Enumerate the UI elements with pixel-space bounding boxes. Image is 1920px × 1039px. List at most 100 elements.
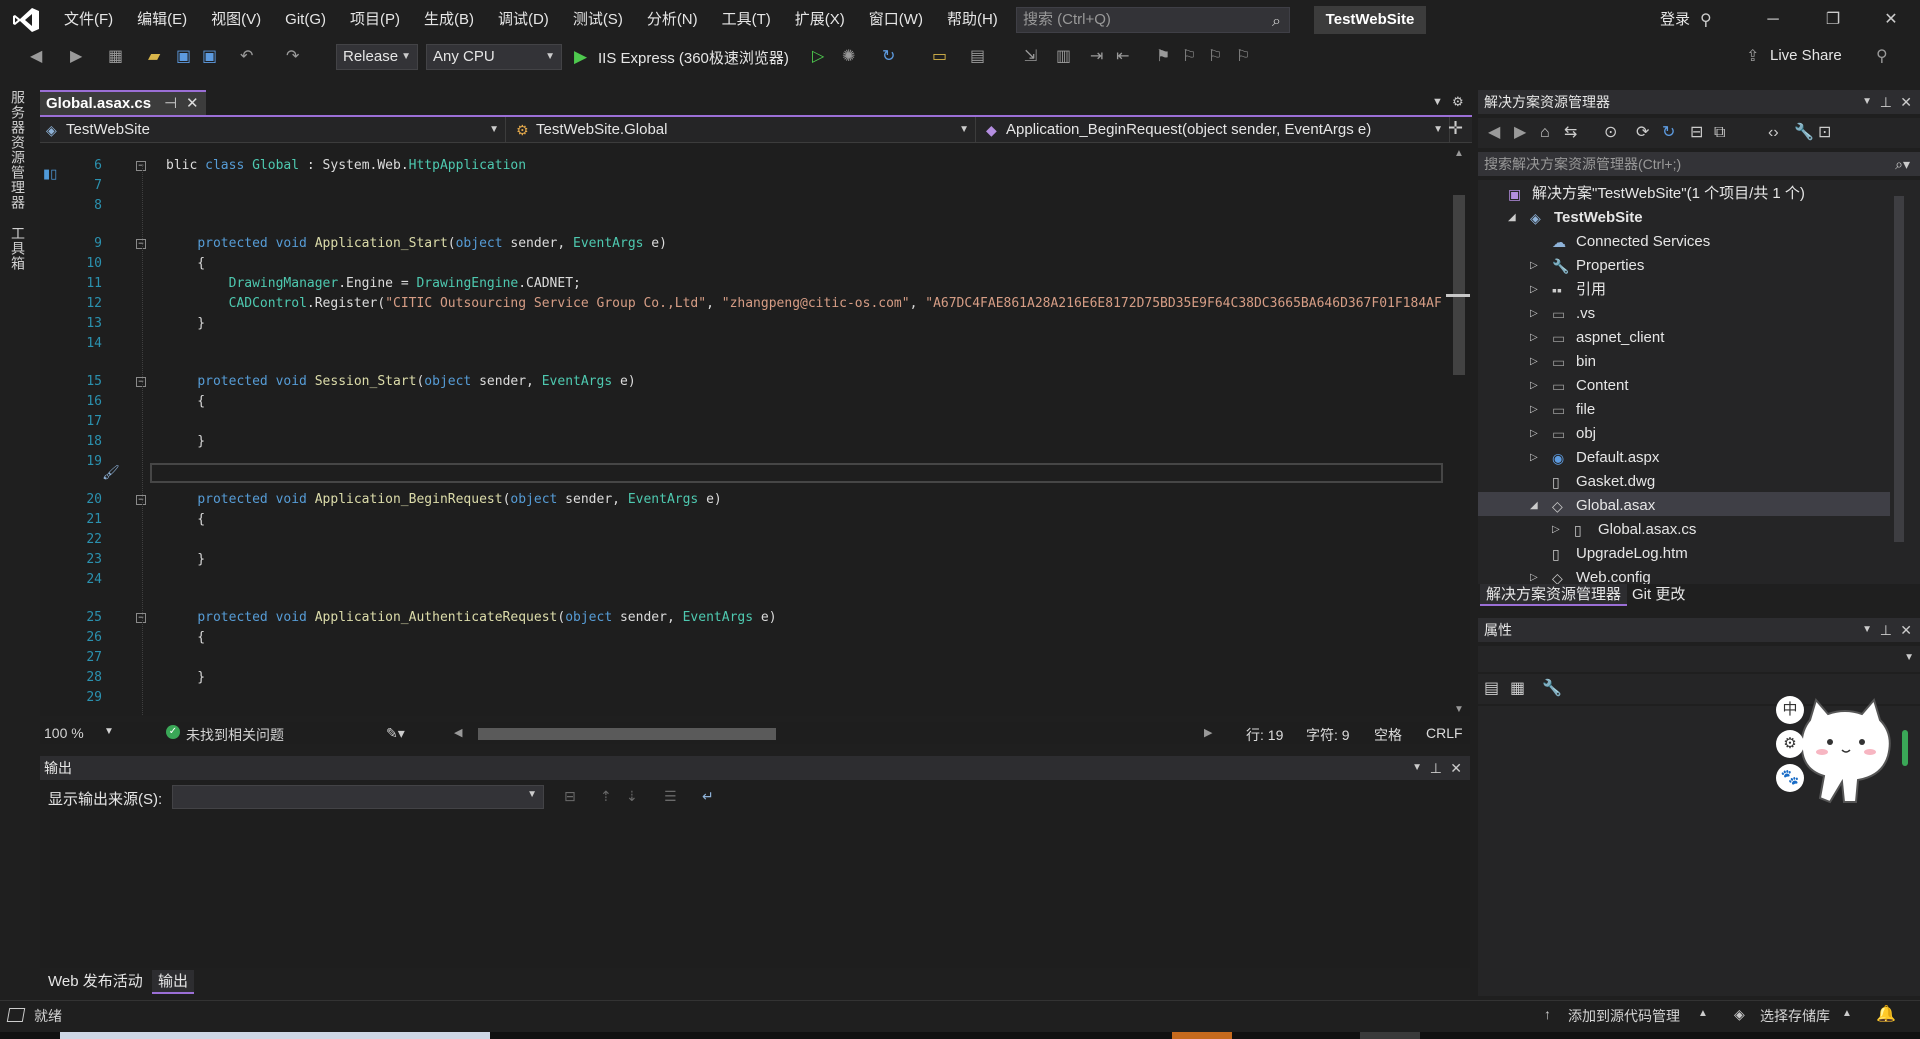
indent-icon[interactable]: ⇥ [1090,48,1103,66]
tree-item[interactable]: ▷ ▭ bin [1478,350,1890,374]
output-source-dropdown[interactable]: ▼ [172,785,544,809]
code-line[interactable]: 8 [40,196,1460,216]
code-line[interactable]: 13 } [40,314,1460,334]
refresh-browser-icon[interactable]: ↻ [882,48,895,66]
code-line[interactable]: 16 { [40,392,1460,412]
collapsed-chevron-icon[interactable]: ▷ [1530,326,1538,350]
search-input[interactable]: 搜索 (Ctrl+Q) ⌕ [1016,7,1290,33]
previous-bookmark-icon[interactable]: ⚐ [1182,48,1196,66]
mascot-paw-button[interactable]: 🐾 [1776,764,1804,792]
scroll-right-icon[interactable]: ▶ [1204,726,1212,739]
menu-item[interactable]: 窗口(W) [857,0,935,40]
tree-item[interactable]: ▷ ▭ file [1478,398,1890,422]
fold-toggle-icon[interactable]: − [136,239,146,249]
restore-button[interactable]: ❐ [1804,0,1862,40]
mascot-settings-button[interactable]: ⚙ [1776,730,1804,758]
code-line[interactable]: 17 [40,412,1460,432]
code-line[interactable]: 20 − protected void Application_BeginRequ… [40,490,1460,510]
code-line[interactable]: 10 { [40,254,1460,274]
view-code-icon[interactable]: ‹› [1768,124,1779,142]
code-line[interactable]: 25 − protected void Application_Authentic… [40,608,1460,628]
scroll-down-icon[interactable]: ▼ [1454,704,1464,715]
clear-all-icon[interactable]: ☰ [664,788,677,805]
chevron-down-icon[interactable]: ▼ [1862,618,1872,642]
menu-item[interactable]: 项目(P) [338,0,412,40]
menu-item[interactable]: 帮助(H) [935,0,1010,40]
menu-item[interactable]: 生成(B) [412,0,486,40]
word-wrap-icon[interactable]: ↵ [702,788,714,805]
toolbox-tab[interactable]: 工具箱 [8,226,28,271]
close-window-button[interactable]: ✕ [1862,0,1920,40]
save-icon[interactable]: ▣ [176,48,191,66]
code-line[interactable]: 15 − protected void Session_Start(object … [40,372,1460,392]
code-line[interactable]: 9 − protected void Application_Start(obje… [40,234,1460,254]
add-to-source-control-button[interactable]: 添加到源代码管理 [1568,1006,1680,1026]
tab-web-publish-activity[interactable]: Web 发布活动 [42,970,149,994]
tree-item[interactable]: ▣ 解决方案"TestWebSite"(1 个项目/共 1 个) [1478,182,1890,206]
fold-toggle-icon[interactable]: − [136,495,146,505]
mascot-input-method-button[interactable]: 中 [1776,696,1804,724]
properties-icon[interactable]: 🔧 [1794,124,1814,142]
tab-output[interactable]: 输出 [152,970,195,994]
class-dropdown[interactable]: ⚙ TestWebSite.Global ▼ [510,117,976,143]
new-project-icon[interactable]: ▦ [108,48,123,66]
home-icon[interactable]: ⌂ [1540,124,1550,142]
clear-bookmarks-icon[interactable]: ⚐ [1236,48,1250,66]
horizontal-scrollbar-thumb[interactable] [478,728,776,740]
scrollbar-thumb[interactable] [1453,195,1465,375]
code-cleanup-icon[interactable]: ✎▾ [386,725,405,742]
fold-toggle-icon[interactable]: − [136,613,146,623]
code-line[interactable]: 14 [40,334,1460,354]
select-repository-button[interactable]: 选择存储库 [1760,1006,1830,1026]
expanded-chevron-icon[interactable]: ◢ [1508,206,1516,230]
line-indicator[interactable]: 行: 19 [1246,725,1283,745]
visual-studio-logo-icon[interactable] [12,7,40,33]
navigate-forward-icon[interactable]: ▶ [70,48,82,66]
code-line[interactable]: 11 DrawingManager.Engine = DrawingEngine… [40,274,1460,294]
collapse-all-icon[interactable]: ⊟ [1690,124,1703,142]
solution-name-badge[interactable]: TestWebSite [1314,6,1426,34]
forward-icon[interactable]: ▶ [1514,124,1526,142]
tree-item[interactable]: ▯ UpgradeLog.htm [1478,542,1890,566]
close-icon[interactable]: ✕ [186,92,199,116]
navigate-back-icon[interactable]: ◀ [30,48,42,66]
code-line[interactable]: 21 { [40,510,1460,530]
code-line[interactable]: 24 [40,570,1460,590]
code-line[interactable]: 6− blic class Global : System.Web.HttpApp… [40,156,1460,176]
member-dropdown[interactable]: ◆ Application_BeginRequest(object sender… [980,117,1450,143]
chevron-down-icon[interactable]: ▼ [1862,90,1872,114]
code-line[interactable]: 18 } [40,432,1460,452]
format-icon[interactable]: ▥ [1056,48,1071,66]
sync-icon[interactable]: ⟳ [1636,124,1649,142]
expanded-chevron-icon[interactable]: ◢ [1530,494,1538,518]
login-link[interactable]: 登录 [1660,0,1690,40]
feedback-icon[interactable]: ⚲ [1876,48,1888,66]
whitespace-indicator[interactable]: 空格 [1374,725,1402,745]
quick-actions-icon[interactable]: 🖌 [102,464,120,481]
next-bookmark-icon[interactable]: ⚐ [1208,48,1222,66]
close-icon[interactable]: ✕ [1450,756,1462,780]
open-file-icon[interactable]: ▰ [148,48,160,66]
redo-icon[interactable]: ↷ [286,48,299,66]
code-line[interactable]: 28 } [40,668,1460,688]
zoom-level[interactable]: 100 % [44,725,84,741]
code-line[interactable]: 27 [40,648,1460,668]
menu-item[interactable]: 分析(N) [635,0,710,40]
chevron-down-icon[interactable]: ▼ [104,726,114,737]
start-debugging-icon[interactable]: ▶ [574,48,587,66]
find-message-icon[interactable]: ⊟ [564,788,576,805]
collapsed-chevron-icon[interactable]: ▷ [1530,302,1538,326]
issues-status[interactable]: 未找到相关问题 [186,725,284,745]
document-tab[interactable]: Global.asax.cs ⊣ ✕ [40,90,206,116]
menu-item[interactable]: 文件(F) [52,0,125,40]
gear-icon[interactable]: ⚙ [1452,94,1464,110]
tree-item[interactable]: ▷ ▭ Content [1478,374,1890,398]
code-line[interactable]: 23 } [40,550,1460,570]
notifications-bell-icon[interactable]: 🔔 [1876,1004,1896,1024]
menu-item[interactable]: Git(G) [273,0,338,40]
chevron-up-icon[interactable]: ▲ [1842,1008,1852,1019]
code-editor[interactable]: 6− blic class Global : System.Web.HttpApp… [40,144,1460,716]
minimize-button[interactable]: ─ [1744,0,1802,40]
split-editor-icon[interactable]: ✛ [1448,118,1463,139]
next-message-icon[interactable]: ⇣ [626,788,638,805]
